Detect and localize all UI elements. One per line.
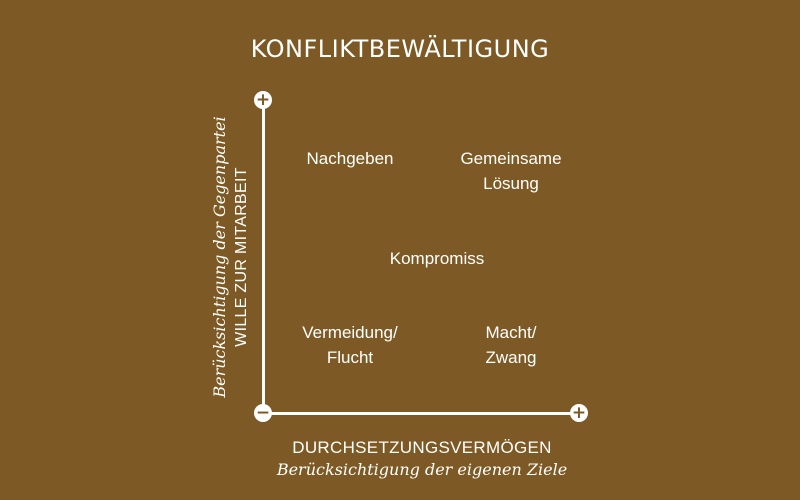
- y-axis-sublabel: Berücksichtigung der Gegenpartei: [210, 116, 229, 398]
- diagram-canvas: KONFLIKTBEWÄLTIGUNG + − + Berücksichtigu…: [0, 0, 800, 500]
- x-axis-label: DURCHSETZUNGSVERMÖGEN: [292, 438, 552, 457]
- x-axis-sublabel: Berücksichtigung der eigenen Ziele: [276, 460, 568, 479]
- y-axis-line: [262, 100, 265, 414]
- region-gemeinsame-loesung: Gemeinsame Lösung: [460, 149, 562, 193]
- x-axis-line: [262, 412, 580, 415]
- y-axis-label: WILLE ZUR MITARBEIT: [233, 167, 250, 347]
- y-axis-plus-icon: +: [254, 90, 272, 110]
- region-kompromiss: Kompromiss: [389, 249, 485, 268]
- origin-minus-icon: −: [254, 403, 272, 423]
- x-axis-plus-icon: +: [570, 403, 588, 423]
- region-vermeidung-flucht: Vermeidung/ Flucht: [302, 323, 398, 367]
- x-axis-label-group: DURCHSETZUNGSVERMÖGEN Berücksichtigung d…: [262, 437, 582, 481]
- region-macht-zwang: Macht/ Zwang: [485, 323, 537, 367]
- region-nachgeben: Nachgeben: [306, 149, 394, 168]
- diagram-title: KONFLIKTBEWÄLTIGUNG: [250, 35, 550, 63]
